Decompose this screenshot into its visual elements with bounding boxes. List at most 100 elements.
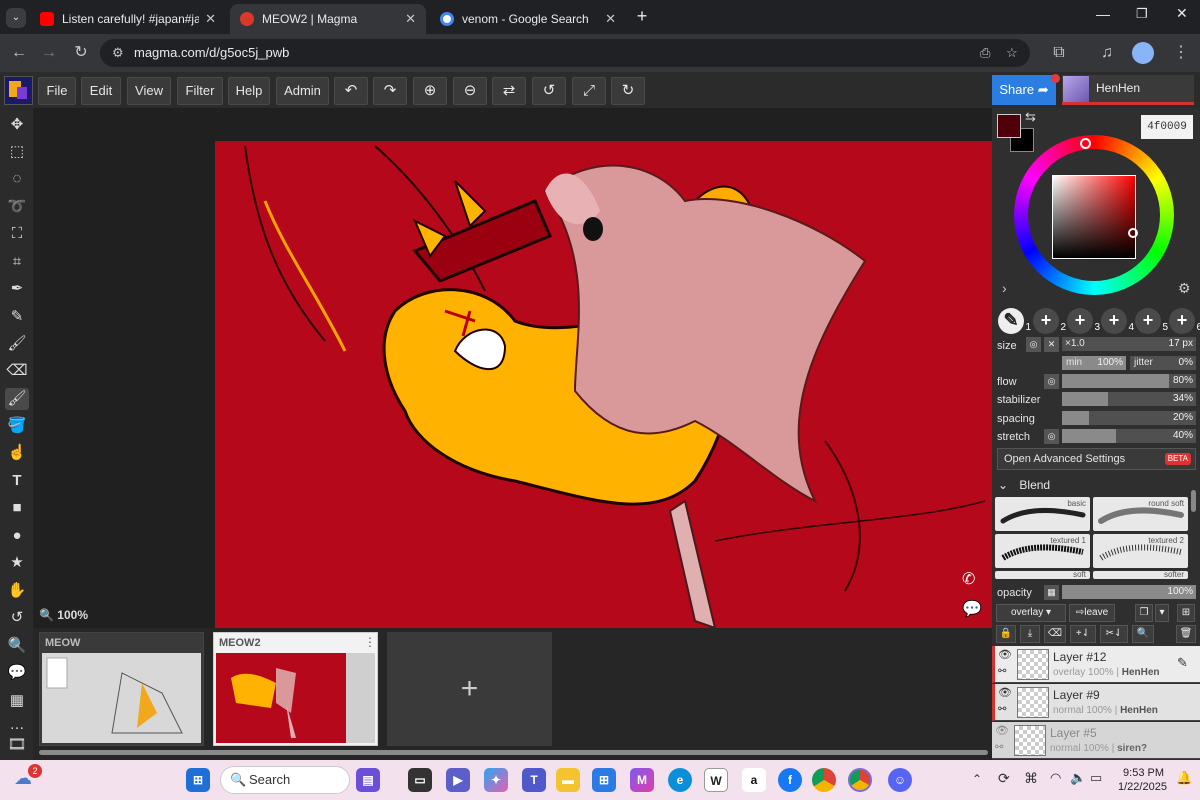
zoom-out-icon[interactable]: ⊖ [453, 77, 487, 105]
blend-mode-select[interactable]: overlay ▾ [996, 604, 1066, 622]
address-bar[interactable]: ⚙ magma.com/d/g5oc5j_pwb ⎙ ☆ [100, 39, 1030, 67]
pressure-flow-icon[interactable]: ◎ [1044, 374, 1059, 389]
add-brush-slot-5[interactable]: +5 [1135, 308, 1168, 334]
pencil-icon[interactable]: ✎ [5, 306, 29, 328]
undo-icon[interactable]: ↶ [334, 77, 368, 105]
canvas-workspace[interactable]: ✆ 💬 🔍 100% [33, 108, 992, 628]
m365-icon[interactable]: M [630, 768, 654, 792]
size-slider[interactable]: ×1.0 17 px [1062, 337, 1196, 351]
ellipse-tool-icon[interactable]: ● [5, 525, 29, 547]
size-reset-icon[interactable]: ✕ [1044, 337, 1059, 352]
smudge-icon[interactable]: ☝ [5, 442, 29, 464]
advanced-settings-button[interactable]: Open Advanced Settings BETA [997, 448, 1196, 470]
teams-icon[interactable]: T [522, 768, 546, 792]
chrome-icon[interactable] [812, 768, 836, 792]
swap-colors-icon[interactable]: ⇆ [1025, 109, 1036, 125]
pressure-stretch-icon[interactable]: ◎ [1044, 429, 1059, 444]
ellipse-select-icon[interactable]: ◌ [5, 168, 29, 190]
rectangle-tool-icon[interactable]: ■ [5, 497, 29, 519]
chat-bubble-icon[interactable]: 💬 [962, 599, 982, 619]
rotate-cw-icon[interactable]: ↻ [611, 77, 645, 105]
brush-preset-round-soft[interactable]: round soft [1093, 497, 1188, 531]
menu-edit[interactable]: Edit [81, 77, 121, 105]
fullscreen-icon[interactable]: ⤢ [572, 77, 606, 105]
add-brush-slot-2[interactable]: +2 [1033, 308, 1066, 334]
primary-color-swatch[interactable] [997, 114, 1021, 138]
horizontal-scrollbar[interactable] [39, 750, 988, 755]
volume-icon[interactable]: 🔈 [1070, 770, 1086, 786]
tray-overflow-icon[interactable]: ⌃ [972, 772, 982, 786]
drawing-canvas[interactable]: ✆ 💬 [215, 141, 992, 628]
fill-bucket-icon[interactable]: 🪣 [5, 415, 29, 437]
jitter-slider[interactable]: jitter 0% [1130, 356, 1196, 370]
menu-file[interactable]: File [38, 77, 76, 105]
bookmark-star-icon[interactable]: ☆ [1006, 39, 1018, 67]
notification-bell-icon[interactable]: 🔔 [1176, 770, 1192, 786]
back-icon[interactable]: ← [8, 42, 30, 64]
magma-logo[interactable] [4, 76, 33, 105]
layers-stack-icon[interactable]: ▦ [5, 690, 29, 712]
widgets-app-icon[interactable]: ▤ [356, 768, 380, 792]
flow-slider[interactable]: 80% [1062, 374, 1196, 388]
brush-icon[interactable]: 🖌 [5, 333, 29, 355]
menu-view[interactable]: View [127, 77, 171, 105]
brush-preset-textured-2[interactable]: textured 2 [1093, 534, 1188, 568]
paint-tool-icon[interactable]: 🖌 [5, 388, 29, 410]
rotate-ccw-icon[interactable]: ↺ [532, 77, 566, 105]
visibility-eye-icon[interactable]: 👁 [995, 724, 1009, 737]
share-button[interactable]: Share ➦ [992, 75, 1056, 105]
minimize-button[interactable]: — [1096, 6, 1110, 22]
text-tool-icon[interactable]: T [5, 470, 29, 492]
zoom-tool-icon[interactable]: 🔍 [5, 635, 29, 657]
windows-start-icon[interactable]: ⊞ [186, 768, 210, 792]
tab-google[interactable]: venom - Google Search ✕ [430, 4, 626, 34]
menu-admin[interactable]: Admin [276, 77, 329, 105]
transform-icon[interactable]: ⛶ [5, 223, 29, 245]
new-tab-button[interactable]: + [632, 6, 652, 26]
new-document-button[interactable]: + [387, 632, 552, 746]
add-brush-slot-3[interactable]: +3 [1067, 308, 1100, 334]
brush-group-header[interactable]: ⌄ Blend [998, 478, 1050, 492]
opacity-slider[interactable]: 100% [1062, 585, 1196, 599]
reload-icon[interactable]: ↻ [70, 42, 92, 64]
brush-preset-soft[interactable]: soft [995, 571, 1090, 579]
media-control-icon[interactable]: ♫ [1096, 42, 1118, 64]
settings-gear-icon[interactable]: ⚙ [1178, 280, 1191, 297]
profile-avatar[interactable] [1132, 42, 1154, 64]
sv-picker-handle[interactable] [1128, 228, 1138, 238]
cut-layer-icon[interactable]: ✂⇃ [1100, 625, 1128, 643]
add-brush-slot-6[interactable]: +6 [1169, 308, 1200, 334]
move-tool-icon[interactable]: ✥ [5, 114, 29, 136]
facebook-icon[interactable]: f [778, 768, 802, 792]
spacing-slider[interactable]: 20% [1062, 411, 1196, 425]
discord-icon[interactable]: ☺ [888, 768, 912, 792]
tab-magma[interactable]: MEOW2 | Magma ✕ [230, 4, 426, 34]
restore-button[interactable]: ❐ [1136, 6, 1148, 22]
rect-select-icon[interactable]: ⬚ [5, 141, 29, 163]
eyedropper-icon[interactable]: ✒ [5, 278, 29, 300]
weather-widget[interactable]: ☁ 2 [14, 764, 42, 792]
flip-icon[interactable]: ⇄ [492, 77, 526, 105]
add-layer-plus-icon[interactable]: +⇃ [1070, 625, 1096, 643]
site-info-icon[interactable]: ⚙ [112, 39, 124, 67]
hue-handle[interactable] [1080, 138, 1091, 149]
document-menu-icon[interactable]: ⋮ [364, 635, 376, 649]
zoom-indicator[interactable]: 🔍 100% [39, 608, 88, 622]
wifi-icon[interactable]: ◠ [1050, 770, 1061, 786]
brush-slot-1[interactable]: ✎ 1 [998, 308, 1031, 334]
expand-arrow-icon[interactable]: › [1002, 280, 1007, 296]
close-icon[interactable]: ✕ [605, 11, 616, 27]
film-icon[interactable]: 🎞 [5, 734, 29, 756]
teams-meet-icon[interactable]: ▶ [446, 768, 470, 792]
rotate-view-icon[interactable]: ↺ [5, 607, 29, 629]
tab-youtube[interactable]: Listen carefully! #japan#japan # ✕ [30, 4, 226, 34]
brush-preset-basic[interactable]: basic [995, 497, 1090, 531]
shape-tool-icon[interactable]: ★ [5, 552, 29, 574]
visibility-eye-icon[interactable]: 👁 [998, 686, 1012, 699]
stretch-slider[interactable]: 40% [1062, 429, 1196, 443]
layer-item-locked[interactable]: 👁 ⚯ Layer #5 normal 100% | siren? [992, 722, 1200, 759]
battery-icon[interactable]: ▭ [1090, 770, 1102, 786]
forward-icon[interactable]: → [38, 42, 60, 64]
more-icon[interactable]: … [5, 714, 29, 736]
menu-filter[interactable]: Filter [177, 77, 223, 105]
